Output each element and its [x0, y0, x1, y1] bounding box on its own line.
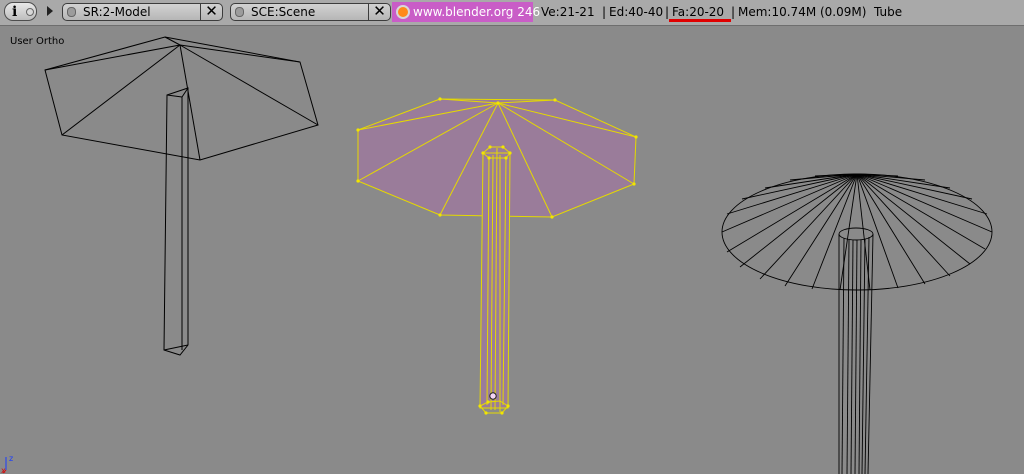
stat-separator: | — [602, 5, 607, 19]
blender-logo-icon — [396, 5, 410, 19]
3d-viewport[interactable] — [0, 26, 1024, 474]
face-count: Fa:20-20 — [672, 5, 725, 19]
face-count-underline — [669, 19, 731, 22]
info-window-type-button[interactable]: i — [4, 2, 37, 21]
edge-count: Ed:40-40 — [609, 5, 664, 19]
vertex-count: Ve:21-21 — [541, 5, 595, 19]
header-bar: i SR:2-Model ✕ SCE:Scene ✕ www.blender.o… — [0, 0, 1024, 26]
expand-triangle-icon[interactable] — [47, 6, 53, 16]
stat-separator: | — [665, 5, 670, 19]
object-origin-icon — [489, 392, 497, 400]
website-banner: www.blender.org 246 — [392, 2, 540, 22]
website-text: www.blender.org 246 — [413, 5, 541, 19]
axis-z-label: z — [9, 454, 13, 463]
screen-close-icon[interactable]: ✕ — [200, 3, 222, 21]
scene-close-icon[interactable]: ✕ — [368, 3, 390, 21]
active-object-name: Tube — [874, 5, 903, 19]
scene-selector[interactable]: SCE:Scene ✕ — [230, 3, 391, 21]
mushroom-lowpoly-wireframe — [44, 36, 319, 356]
screen-selector[interactable]: SR:2-Model ✕ — [62, 3, 223, 21]
scene-updown-icon[interactable] — [235, 7, 244, 17]
axis-gizmo-icon: z x — [1, 454, 13, 474]
axis-x-label: x — [1, 466, 6, 474]
screen-name: SR:2-Model — [83, 5, 151, 19]
memory-usage: Mem:10.74M (0.09M) — [738, 5, 867, 19]
stat-separator: | — [731, 5, 736, 19]
viewport-view-label: User Ortho — [10, 36, 65, 47]
mushroom-selected-mesh — [356, 97, 638, 415]
scene-name: SCE:Scene — [251, 5, 316, 19]
screen-updown-icon[interactable] — [67, 7, 76, 17]
mushroom-highpoly-wireframe — [721, 173, 993, 474]
info-icon: i — [12, 4, 18, 20]
window-type-dropdown-icon — [26, 8, 34, 16]
